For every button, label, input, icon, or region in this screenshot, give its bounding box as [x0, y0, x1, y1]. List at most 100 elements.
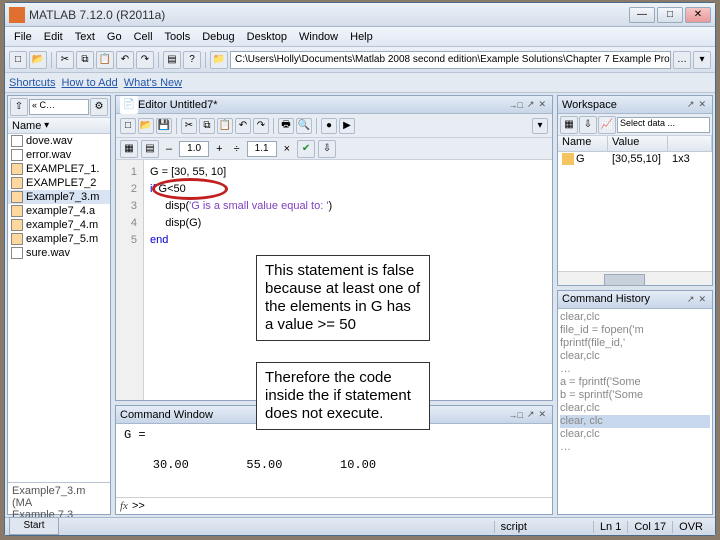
- cell-divider-icon[interactable]: ▤: [141, 140, 159, 158]
- list-item[interactable]: error.wav: [8, 148, 110, 162]
- cmdwin-min-icon[interactable]: →□: [506, 410, 524, 420]
- menu-file[interactable]: File: [9, 29, 37, 45]
- stack-select[interactable]: Select data ...: [617, 117, 710, 133]
- workspace-undock-icon[interactable]: ↗: [685, 99, 697, 110]
- new-icon[interactable]: □: [120, 118, 136, 134]
- list-item[interactable]: EXAMPLE7_1.: [8, 162, 110, 176]
- paste-icon[interactable]: 📋: [96, 51, 114, 69]
- find-icon[interactable]: 🔍: [296, 118, 312, 134]
- name-column-header[interactable]: Name ▾: [8, 118, 110, 134]
- cut-icon[interactable]: ✂: [181, 118, 197, 134]
- command-prompt-row[interactable]: fx >>: [116, 497, 552, 514]
- undo-icon[interactable]: ↶: [235, 118, 251, 134]
- workspace-close-icon[interactable]: ✕: [696, 99, 708, 110]
- history-item[interactable]: fprintf(file_id,': [560, 337, 710, 350]
- history-item[interactable]: b = sprintf('Some: [560, 389, 710, 402]
- close-button[interactable]: ✕: [685, 7, 711, 23]
- workspace-row[interactable]: G [30,55,10] 1x3: [558, 152, 712, 166]
- run-icon[interactable]: ▶: [339, 118, 355, 134]
- path-browse-button[interactable]: …: [673, 51, 691, 69]
- start-button[interactable]: Start: [9, 517, 59, 535]
- path-up-icon[interactable]: ▾: [693, 51, 711, 69]
- import-icon[interactable]: ⇩: [579, 116, 597, 134]
- history-item[interactable]: clear,clc: [560, 402, 710, 415]
- menu-help[interactable]: Help: [345, 29, 378, 45]
- cell-section-icon[interactable]: ▦: [120, 140, 138, 158]
- breakpoint-icon[interactable]: ●: [321, 118, 337, 134]
- whatsnew-link[interactable]: What's New: [124, 77, 182, 89]
- window-title: MATLAB 7.12.0 (R2011a): [29, 8, 629, 22]
- increment-input[interactable]: [179, 141, 209, 157]
- maximize-button[interactable]: □: [657, 7, 683, 23]
- eval-cell-icon[interactable]: ⇩: [318, 140, 336, 158]
- menu-tools[interactable]: Tools: [160, 29, 196, 45]
- cmdwin-undock-icon[interactable]: ↗: [525, 409, 537, 420]
- gear-icon[interactable]: ⚙: [90, 98, 108, 116]
- save-icon[interactable]: 💾: [156, 118, 172, 134]
- open-icon[interactable]: 📂: [29, 51, 47, 69]
- menu-desktop[interactable]: Desktop: [242, 29, 292, 45]
- list-item[interactable]: example7_4.a: [8, 204, 110, 218]
- history-item[interactable]: …: [560, 441, 710, 454]
- menu-go[interactable]: Go: [102, 29, 127, 45]
- howtoadd-link[interactable]: How to Add: [61, 77, 117, 89]
- open-icon[interactable]: 📂: [138, 118, 154, 134]
- history-item[interactable]: …: [560, 363, 710, 376]
- folder-icon[interactable]: 📁: [210, 51, 228, 69]
- ws-col-extra[interactable]: [668, 136, 712, 151]
- history-item[interactable]: clear,clc: [560, 311, 710, 324]
- cmdhist-undock-icon[interactable]: ↗: [685, 294, 697, 305]
- editor-close-icon[interactable]: ✕: [536, 99, 548, 110]
- list-item[interactable]: example7_4.m: [8, 218, 110, 232]
- history-item[interactable]: clear,clc: [560, 350, 710, 363]
- history-item[interactable]: clear,clc: [560, 428, 710, 441]
- advance-icon[interactable]: ✔: [297, 140, 315, 158]
- menu-debug[interactable]: Debug: [197, 29, 239, 45]
- redo-icon[interactable]: ↷: [136, 51, 154, 69]
- simulink-icon[interactable]: ▤: [163, 51, 181, 69]
- menu-window[interactable]: Window: [294, 29, 343, 45]
- dropdown-icon[interactable]: ▾: [532, 118, 548, 134]
- folder-select[interactable]: « C…: [29, 99, 89, 115]
- menu-cell[interactable]: Cell: [129, 29, 158, 45]
- undo-icon[interactable]: ↶: [116, 51, 134, 69]
- minimize-button[interactable]: ―: [629, 7, 655, 23]
- multiplier-input[interactable]: [247, 141, 277, 157]
- list-item[interactable]: dove.wav: [8, 134, 110, 148]
- cmdwin-close-icon[interactable]: ✕: [536, 409, 548, 420]
- plot-icon[interactable]: 📈: [598, 116, 616, 134]
- cut-icon[interactable]: ✂: [56, 51, 74, 69]
- cmdhist-close-icon[interactable]: ✕: [696, 294, 708, 305]
- history-item[interactable]: a = fprintf('Some: [560, 376, 710, 389]
- list-item[interactable]: Example7_3.m: [8, 190, 110, 204]
- workspace-scrollbar[interactable]: [558, 271, 712, 285]
- editor-min-icon[interactable]: →□: [506, 100, 524, 110]
- history-item[interactable]: file_id = fopen('m: [560, 324, 710, 337]
- status-line: Ln 1: [593, 521, 627, 533]
- editor-undock-icon[interactable]: ↗: [525, 99, 537, 110]
- list-item[interactable]: example7_5.m: [8, 232, 110, 246]
- fx-icon[interactable]: fx: [120, 500, 128, 512]
- ws-col-value[interactable]: Value: [608, 136, 668, 151]
- code-editor[interactable]: 1 2 3 4 5 G = [30, 55, 10] if G<50 disp(…: [116, 160, 552, 400]
- print-icon[interactable]: 🖶: [278, 118, 294, 134]
- list-item[interactable]: sure.wav: [8, 246, 110, 260]
- menu-text[interactable]: Text: [70, 29, 100, 45]
- list-item[interactable]: EXAMPLE7_2: [8, 176, 110, 190]
- menu-edit[interactable]: Edit: [39, 29, 68, 45]
- history-item[interactable]: clear, clc: [560, 415, 710, 428]
- copy-icon[interactable]: ⧉: [76, 51, 94, 69]
- redo-icon[interactable]: ↷: [253, 118, 269, 134]
- copy-icon[interactable]: ⧉: [199, 118, 215, 134]
- new-file-icon[interactable]: □: [9, 51, 27, 69]
- paste-icon[interactable]: 📋: [217, 118, 233, 134]
- matlab-logo-icon: [9, 7, 25, 23]
- current-folder-path[interactable]: C:\Users\Holly\Documents\Matlab 2008 sec…: [230, 51, 671, 69]
- shortcuts-link[interactable]: Shortcuts: [9, 77, 55, 89]
- workspace-title: Workspace: [562, 99, 685, 111]
- new-var-icon[interactable]: ▦: [560, 116, 578, 134]
- command-output[interactable]: G = 30.00 55.00 10.00: [116, 424, 552, 497]
- help-icon[interactable]: ?: [183, 51, 201, 69]
- ws-col-name[interactable]: Name: [558, 136, 608, 151]
- folder-up-icon[interactable]: ⇧: [10, 98, 28, 116]
